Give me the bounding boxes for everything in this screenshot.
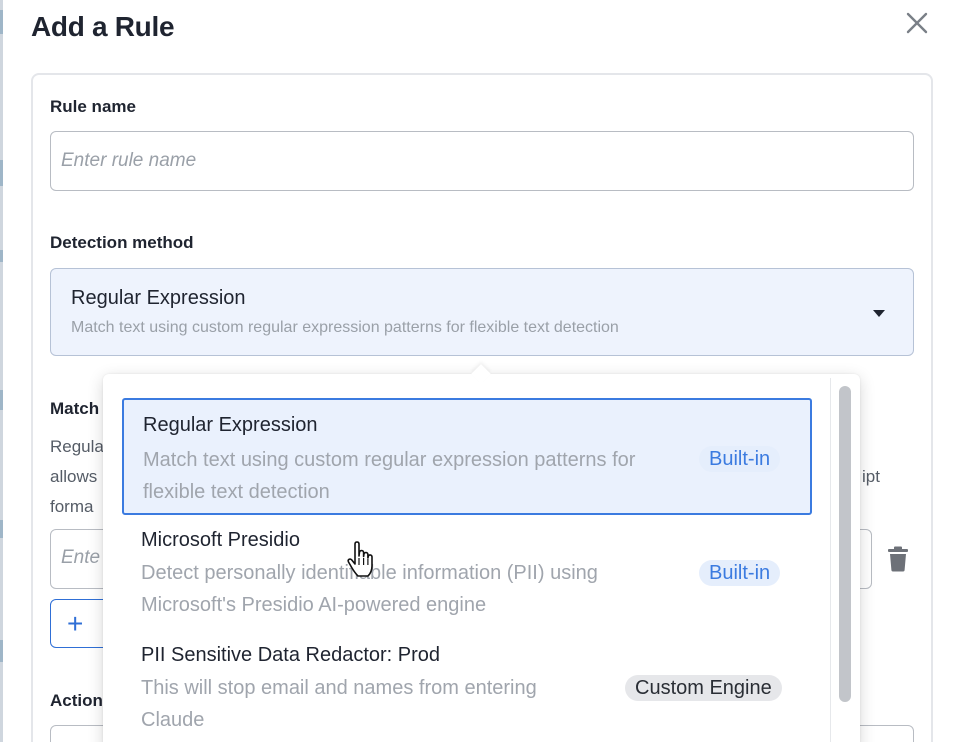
option-pii-sensitive-data-redactor[interactable]: PII Sensitive Data Redactor: Prod This w…: [122, 630, 812, 742]
rule-name-label: Rule name: [50, 97, 136, 116]
background-window-edge: [0, 0, 3, 742]
option-title: Regular Expression: [143, 414, 318, 436]
actions-label: Action: [50, 691, 103, 710]
dropdown-scrollbar[interactable]: [830, 378, 856, 742]
match-help-line: Regula: [50, 437, 104, 456]
option-description: Detect personally identifiable informati…: [141, 562, 598, 616]
option-title: Microsoft Presidio: [141, 529, 300, 551]
chevron-down-icon: [873, 310, 885, 317]
dialog-title: Add a Rule: [31, 11, 175, 42]
option-description: This will stop email and names from ente…: [141, 677, 537, 731]
built-in-badge: Built-in: [699, 560, 781, 586]
plus-icon: +: [67, 608, 84, 639]
close-icon[interactable]: [902, 8, 932, 38]
option-microsoft-presidio[interactable]: Microsoft Presidio Detect personally ide…: [122, 515, 812, 630]
option-description: Match text using custom regular expressi…: [143, 449, 636, 503]
rule-name-input[interactable]: [50, 131, 914, 191]
selected-method-description: Match text using custom regular expressi…: [71, 319, 619, 336]
match-section-label: Match: [50, 399, 100, 418]
pattern-input-placeholder: Ente: [61, 547, 101, 568]
match-help-line-tail: ipt: [862, 467, 880, 486]
trash-icon[interactable]: [887, 546, 909, 572]
custom-engine-badge: Custom Engine: [625, 675, 782, 701]
detection-method-select[interactable]: Regular Expression Match text using cust…: [50, 268, 914, 356]
scrollbar-thumb[interactable]: [839, 386, 851, 702]
option-title: PII Sensitive Data Redactor: Prod: [141, 644, 441, 666]
built-in-badge: Built-in: [699, 446, 781, 472]
option-regular-expression[interactable]: Regular Expression Match text using cust…: [122, 398, 812, 515]
selected-method-title: Regular Expression: [71, 287, 246, 309]
detection-method-label: Detection method: [50, 233, 194, 252]
detection-method-dropdown: Regular Expression Match text using cust…: [103, 364, 860, 742]
match-help-line: allows: [50, 467, 98, 486]
match-help-line: forma: [50, 497, 94, 516]
